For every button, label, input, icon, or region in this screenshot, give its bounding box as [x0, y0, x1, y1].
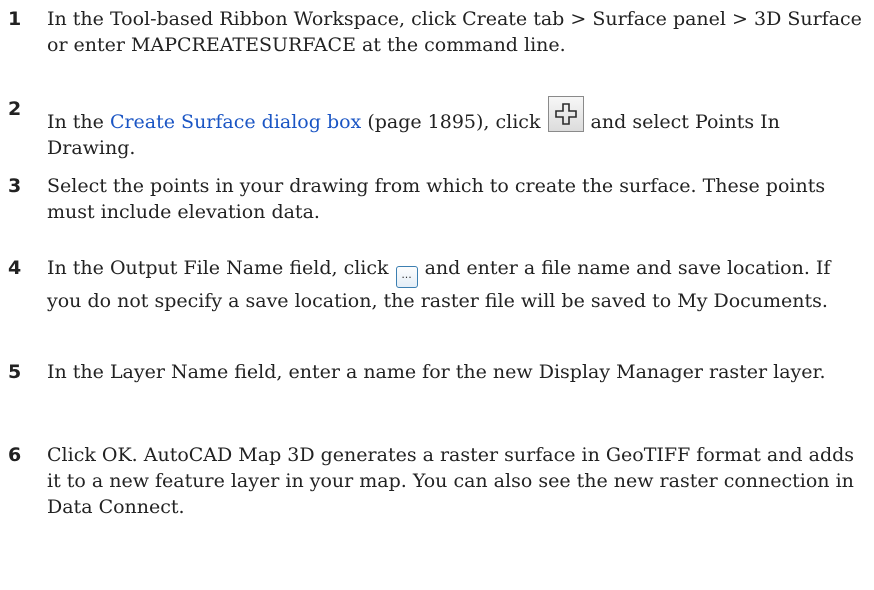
step-text: In the Tool-based Ribbon Workspace, clic…: [47, 8, 862, 56]
step-number: 4: [8, 257, 22, 279]
add-plus-button[interactable]: [547, 96, 584, 132]
add-plus-icon: [554, 103, 577, 125]
step-text: In the Create Surface dialog box (page 1…: [47, 96, 863, 161]
step-number: 1: [8, 8, 22, 30]
browse-ellipsis-button[interactable]: ...: [395, 266, 418, 288]
browse-ellipsis-icon: ...: [401, 268, 412, 281]
step-text: In the Output File Name field, click ...…: [47, 255, 863, 314]
step-text-part: (page 1895), click: [361, 111, 547, 133]
step-text: In the Layer Name field, enter a name fo…: [47, 361, 826, 383]
step-number: 3: [8, 175, 22, 197]
create-surface-dialog-link[interactable]: Create Surface dialog box: [110, 111, 361, 133]
step-text: Select the points in your drawing from w…: [47, 175, 826, 223]
step-number: 6: [8, 444, 22, 466]
step-text-part: In the Output File Name field, click: [47, 257, 395, 279]
step-text: Click OK. AutoCAD Map 3D generates a ras…: [47, 444, 855, 518]
step-number: 5: [8, 361, 22, 383]
step-number: 2: [8, 98, 22, 120]
instruction-steps: 1 In the Tool-based Ribbon Workspace, cl…: [0, 0, 874, 590]
step-text-part: In the: [47, 111, 110, 133]
